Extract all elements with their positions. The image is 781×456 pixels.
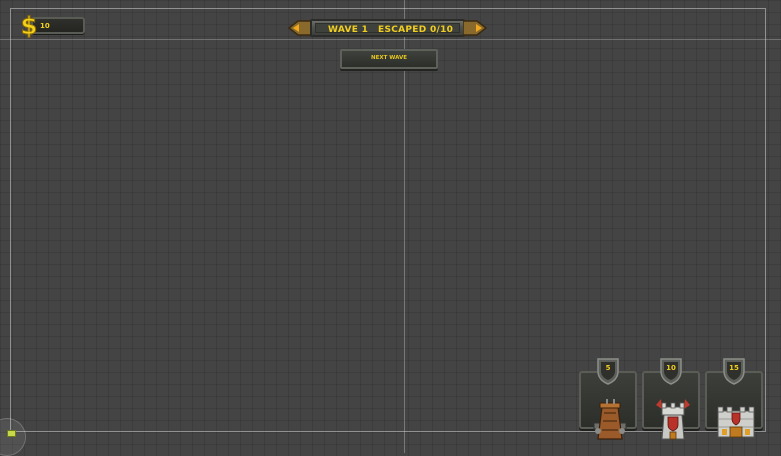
wooden-tower-icon: [593, 399, 627, 440]
escaped-counter: ESCAPED 0/10: [378, 25, 454, 35]
fortress-tower-icon: [717, 406, 755, 438]
svg-text:$: $: [21, 12, 38, 39]
tower-cost: 10: [666, 364, 676, 372]
dollar-icon: $: [20, 12, 38, 40]
tower-card-stone[interactable]: 10: [642, 357, 700, 440]
stone-tower-icon: [656, 399, 690, 440]
money-panel: 10 $: [19, 12, 85, 40]
tower-cost: 5: [605, 364, 611, 372]
wave-plate: WAVE 1 ESCAPED 0/10: [310, 19, 465, 37]
horizontal-guide-line: [0, 39, 781, 40]
wave-plate-inner: WAVE 1 ESCAPED 0/10: [315, 23, 460, 35]
tower-cost: 15: [729, 364, 739, 372]
wave-label: WAVE 1: [328, 25, 369, 35]
tower-card-fortress[interactable]: 15: [705, 357, 763, 438]
money-field: 10: [31, 17, 85, 34]
previous-wave-arrow-icon[interactable]: [288, 19, 312, 37]
wave-status-bar: WAVE 1 ESCAPED 0/10: [288, 17, 488, 39]
tower-card-wooden[interactable]: 5: [579, 357, 637, 440]
money-value: 10: [40, 22, 50, 30]
next-wave-arrow-icon[interactable]: [463, 19, 487, 37]
next-wave-button[interactable]: NEXT WAVE: [340, 49, 438, 69]
next-wave-label: NEXT WAVE: [371, 55, 407, 61]
camera-gizmo-icon: [7, 430, 16, 437]
